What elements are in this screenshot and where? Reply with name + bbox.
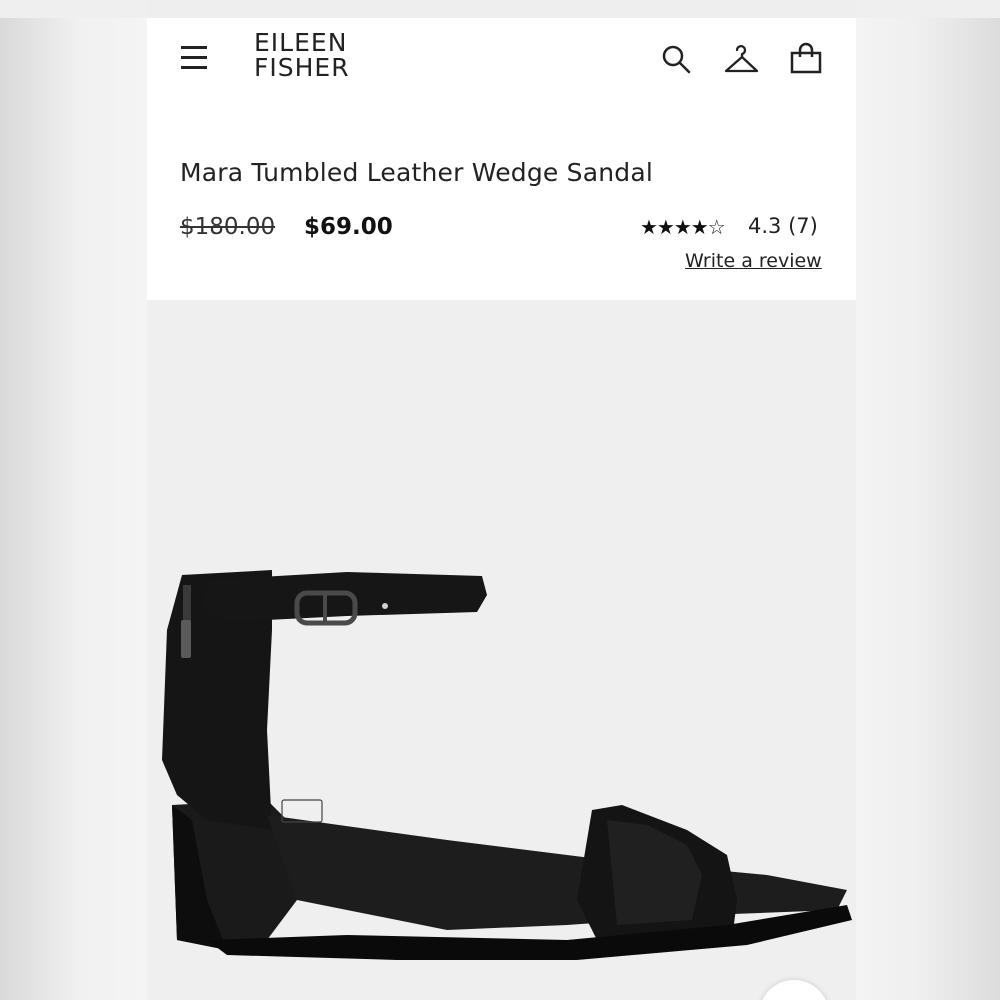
menu-icon[interactable] (179, 42, 209, 72)
original-price: $180.00 (180, 214, 276, 240)
sale-price: $69.00 (304, 214, 393, 240)
wedge-sandal-image (162, 570, 852, 960)
search-icon[interactable] (659, 40, 693, 78)
product-title: Mara Tumbled Leather Wedge Sandal (180, 158, 654, 187)
product-page: EILEEN FISHER Mara Tumbled Leather Wedge… (147, 0, 856, 1000)
brand-line-1: EILEEN (254, 28, 348, 57)
top-strip (147, 0, 856, 18)
site-header: EILEEN FISHER (147, 18, 856, 104)
rating-value: 4.3 (748, 214, 782, 238)
rating-summary[interactable]: ★★★★☆ 4.3 (7) (640, 213, 820, 241)
product-image-gallery[interactable] (147, 300, 856, 1000)
star-rating-icons: ★★★★☆ (640, 217, 726, 239)
bag-icon[interactable] (789, 40, 823, 78)
rating-count: (7) (788, 214, 818, 238)
brand-line-2: FISHER (254, 53, 350, 82)
wishlist-hanger-icon[interactable] (722, 40, 760, 78)
brand-logo[interactable]: EILEEN FISHER (254, 30, 350, 80)
rating-text: 4.3 (7) (748, 214, 818, 238)
write-review-link[interactable]: Write a review (685, 250, 822, 272)
